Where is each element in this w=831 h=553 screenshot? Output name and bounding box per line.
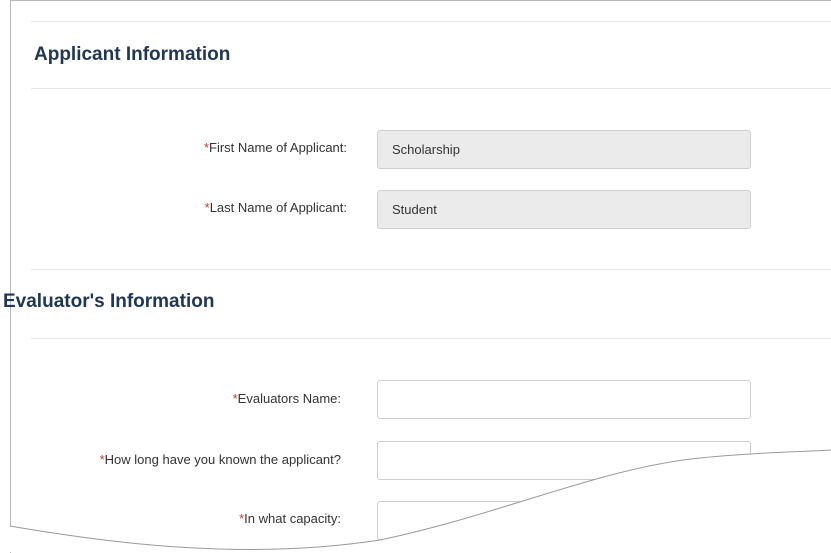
page-curl-decoration bbox=[0, 449, 831, 552]
